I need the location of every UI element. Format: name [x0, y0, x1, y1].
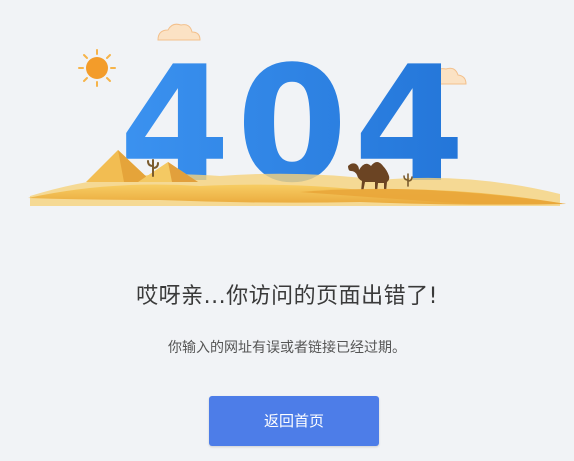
sun-icon	[78, 49, 116, 87]
error-title: 哎呀亲...你访问的页面出错了!	[136, 284, 438, 309]
error-page: 404 哎呀亲...你访问的页面出错了! 你输入的网址有误或者链接已经过期。 返…	[0, 0, 574, 461]
error-subtitle: 你输入的网址有误或者链接已经过期。	[168, 340, 406, 356]
back-home-button[interactable]: 返回首页	[209, 396, 379, 446]
error-illustration: 404	[0, 0, 574, 230]
